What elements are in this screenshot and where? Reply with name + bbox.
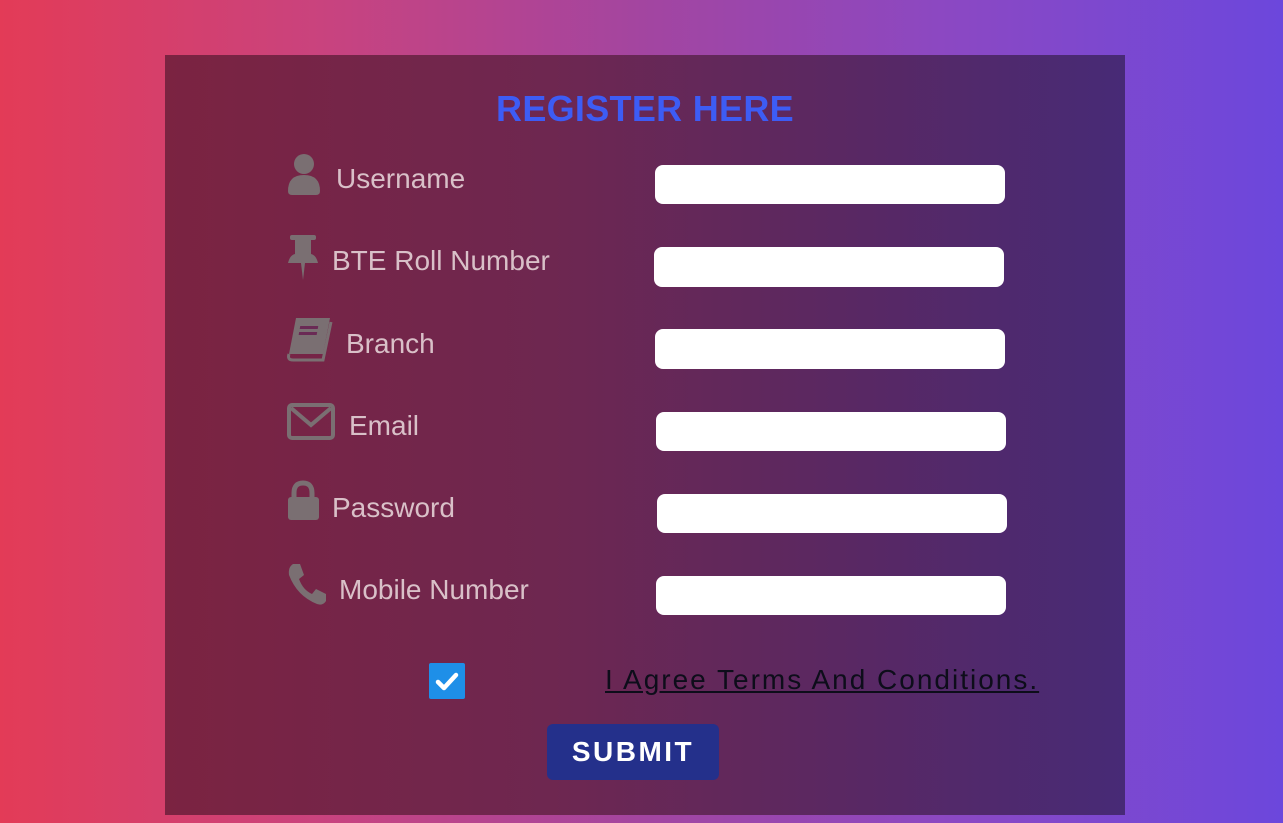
agree-checkbox[interactable] xyxy=(429,663,465,699)
register-panel: REGISTER HERE Username BTE Roll Number B… xyxy=(165,55,1125,815)
book-icon xyxy=(287,316,335,364)
user-icon xyxy=(287,151,335,199)
pushpin-icon xyxy=(287,233,335,281)
branch-label: Branch xyxy=(346,328,435,359)
branch-row: Branch xyxy=(287,316,1007,369)
username-row: Username xyxy=(287,151,1007,204)
email-row: Email xyxy=(287,398,1007,451)
terms-link[interactable]: I Agree Terms And Conditions. xyxy=(605,664,1039,696)
checkmark-icon xyxy=(435,672,459,691)
roll-number-row: BTE Roll Number xyxy=(287,233,1007,287)
email-input[interactable] xyxy=(656,412,1006,451)
roll-number-label: BTE Roll Number xyxy=(332,245,550,276)
mobile-label: Mobile Number xyxy=(339,574,529,605)
branch-input[interactable] xyxy=(655,329,1005,369)
mobile-row: Mobile Number xyxy=(287,562,1007,615)
phone-icon xyxy=(287,562,335,610)
username-label: Username xyxy=(336,163,466,194)
mobile-input[interactable] xyxy=(656,576,1006,615)
lock-icon xyxy=(287,480,335,528)
password-input[interactable] xyxy=(657,494,1007,533)
password-label: Password xyxy=(332,492,455,523)
username-input[interactable] xyxy=(655,165,1005,204)
password-row: Password xyxy=(287,480,1007,533)
envelope-icon xyxy=(287,398,335,446)
form-title: REGISTER HERE xyxy=(496,88,794,129)
submit-button[interactable]: SUBMIT xyxy=(547,724,719,780)
roll-number-input[interactable] xyxy=(654,247,1004,287)
email-label: Email xyxy=(349,410,420,441)
